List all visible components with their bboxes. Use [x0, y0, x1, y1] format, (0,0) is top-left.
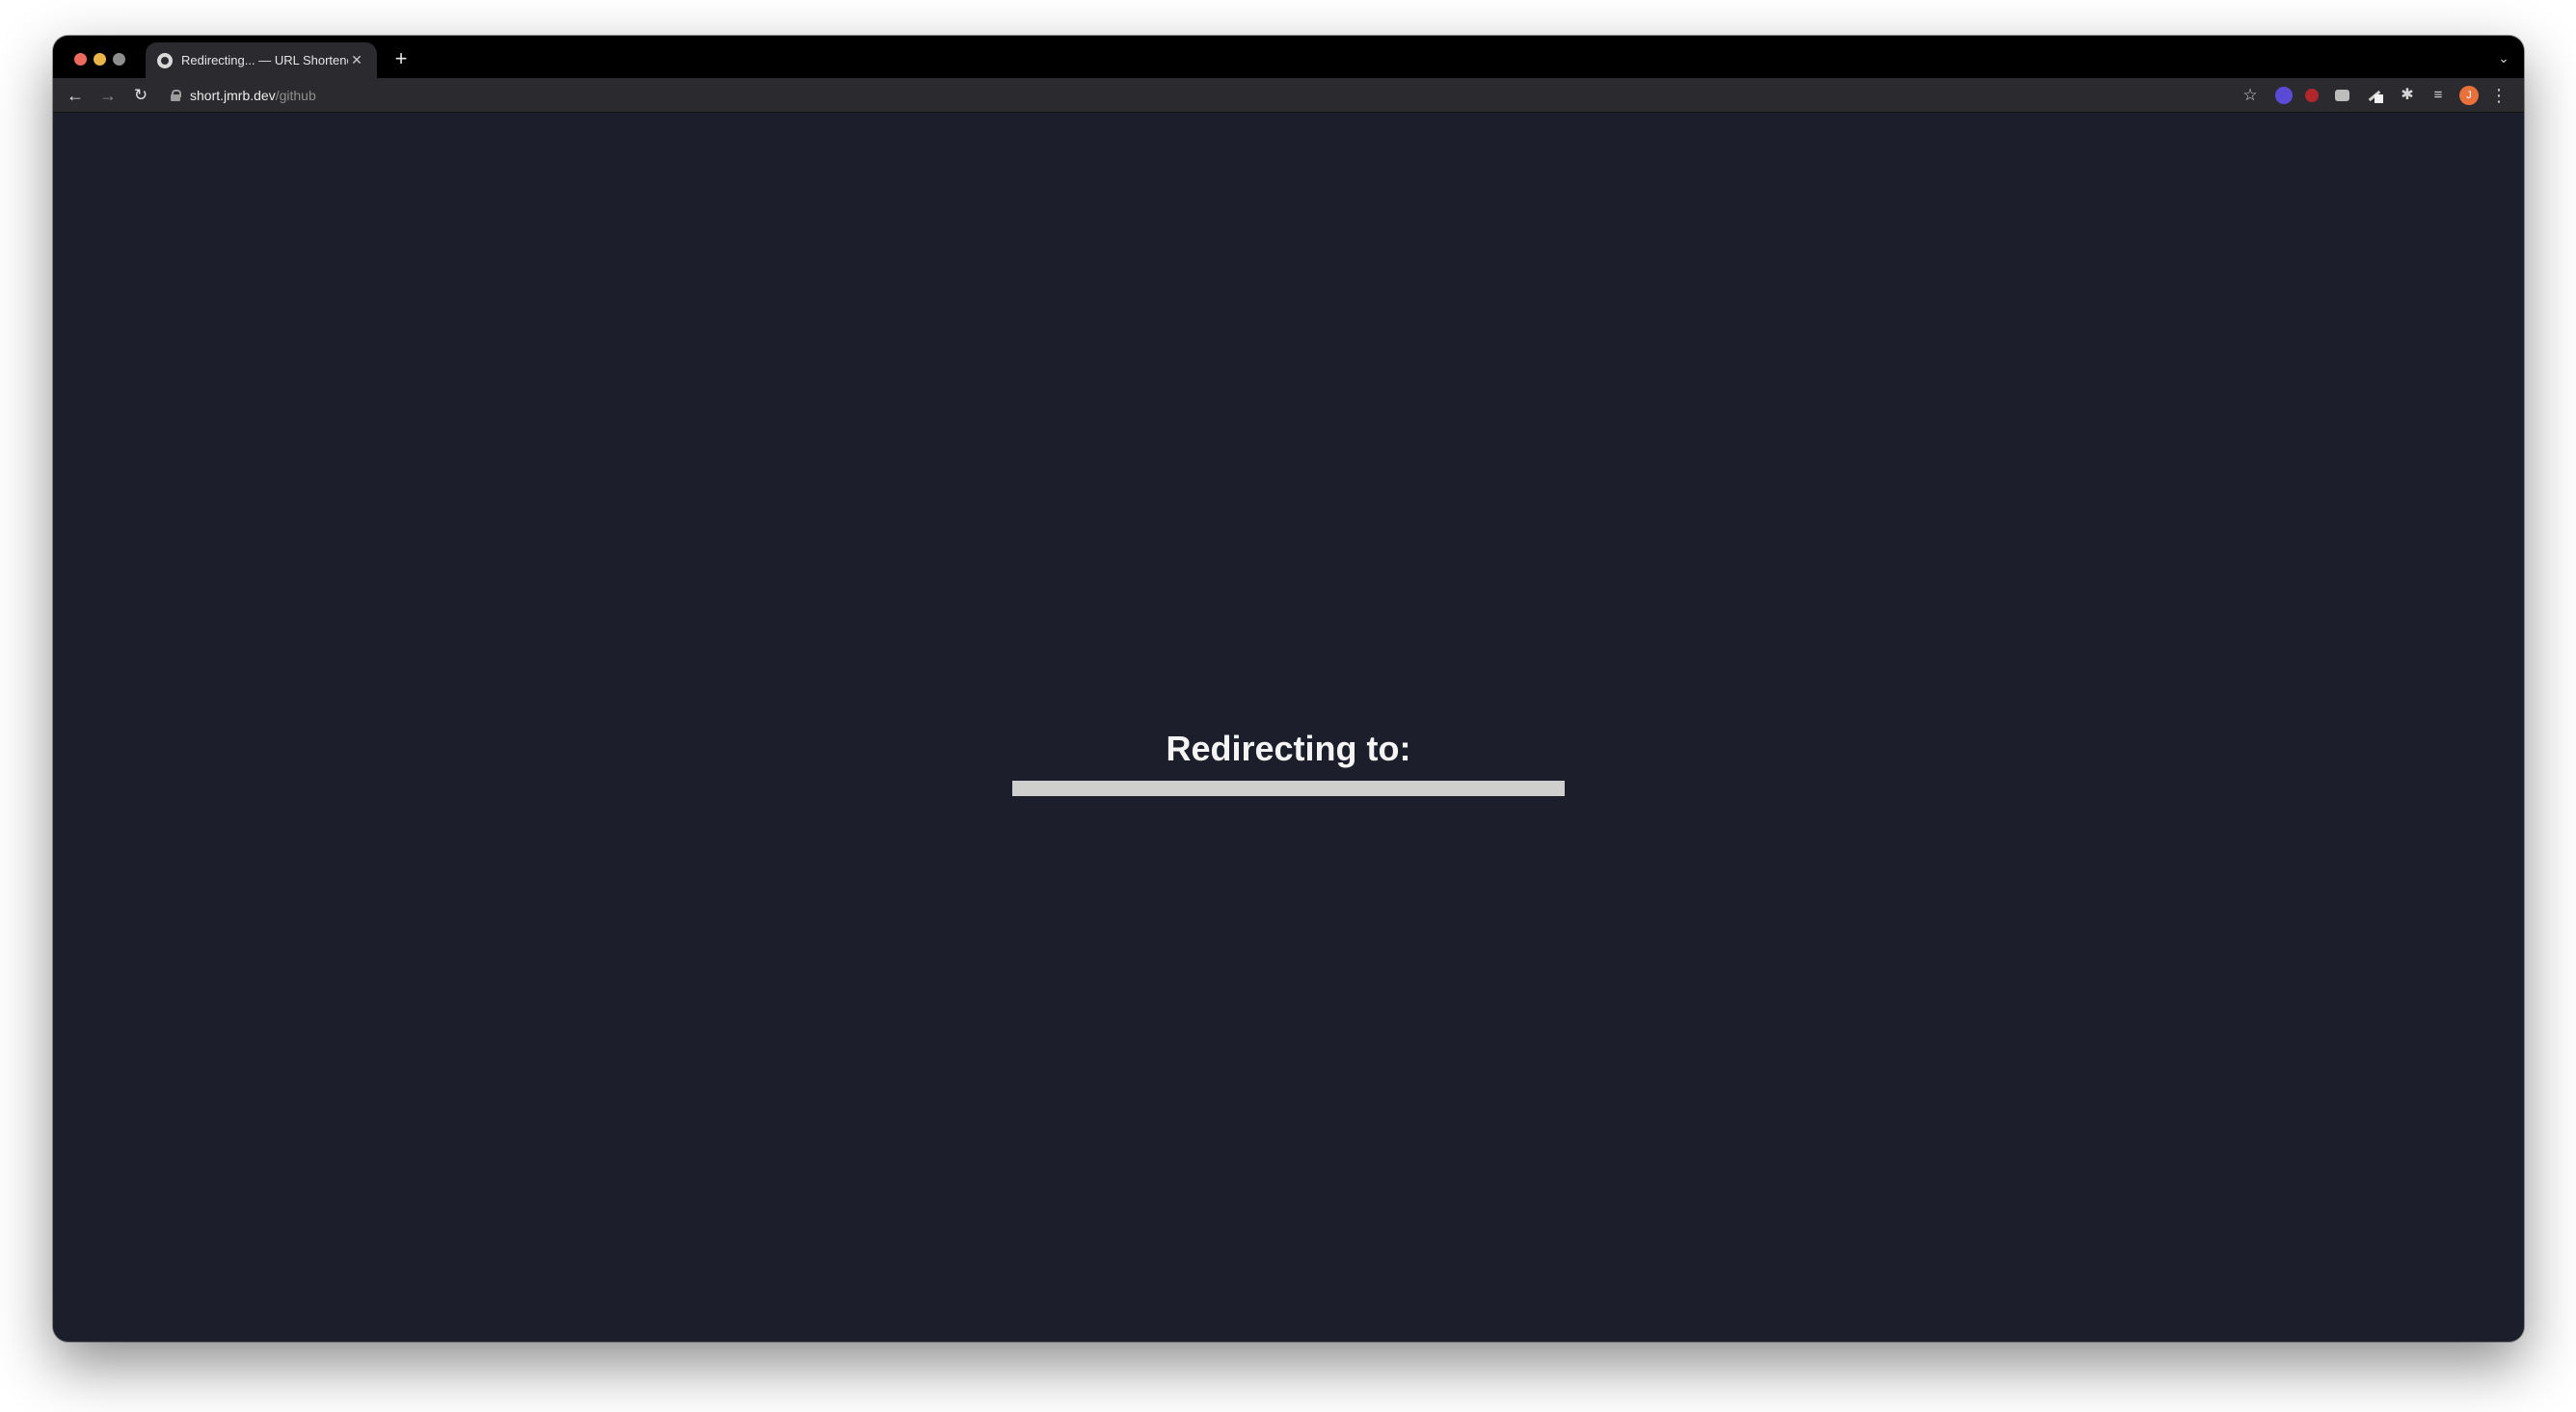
back-button[interactable]: ←	[63, 83, 88, 108]
avatar[interactable]: J	[2459, 86, 2479, 105]
extension-icon-red[interactable]	[2305, 89, 2319, 102]
page-title: Redirecting to:	[1166, 729, 1411, 768]
browser-toolbar: ← → ↻ short.jmrb.dev/github ☆ ✱ ≡ J ⋮	[53, 78, 2524, 113]
window-minimize-button[interactable]	[94, 53, 106, 66]
new-tab-button[interactable]: +	[388, 45, 415, 72]
media-control-icon[interactable]: ≡	[2427, 84, 2450, 107]
tab-strip: Redirecting... — URL Shortener ✕ + ⌄	[53, 36, 2524, 78]
lock-icon[interactable]	[171, 90, 181, 101]
redirect-target-placeholder	[1012, 781, 1565, 796]
window-maximize-button[interactable]	[113, 53, 125, 66]
globe-icon	[157, 52, 173, 68]
address-bar[interactable]: short.jmrb.dev/github	[159, 82, 2328, 109]
extension-icon-pen[interactable]	[2366, 87, 2383, 104]
window-close-button[interactable]	[74, 53, 87, 66]
tab-redirecting[interactable]: Redirecting... — URL Shortener ✕	[146, 42, 377, 78]
page-viewport: Redirecting to:	[53, 114, 2524, 1342]
extension-icon-purple[interactable]	[2275, 87, 2293, 104]
kebab-menu-icon[interactable]: ⋮	[2488, 84, 2509, 107]
camera-icon[interactable]	[2335, 90, 2349, 101]
url-path: /github	[275, 88, 316, 103]
bookmark-star-icon[interactable]: ☆	[2238, 83, 2263, 108]
browser-window: Redirecting... — URL Shortener ✕ + ⌄ ← →…	[53, 36, 2524, 1342]
puzzle-icon[interactable]: ✱	[2396, 84, 2419, 107]
chevron-down-icon[interactable]: ⌄	[2493, 47, 2514, 68]
tab-title: Redirecting... — URL Shortener	[181, 53, 348, 67]
reload-button[interactable]: ↻	[128, 83, 153, 108]
close-icon[interactable]: ✕	[348, 52, 365, 69]
forward-button[interactable]: →	[95, 83, 121, 108]
url-host: short.jmrb.dev	[190, 88, 276, 103]
